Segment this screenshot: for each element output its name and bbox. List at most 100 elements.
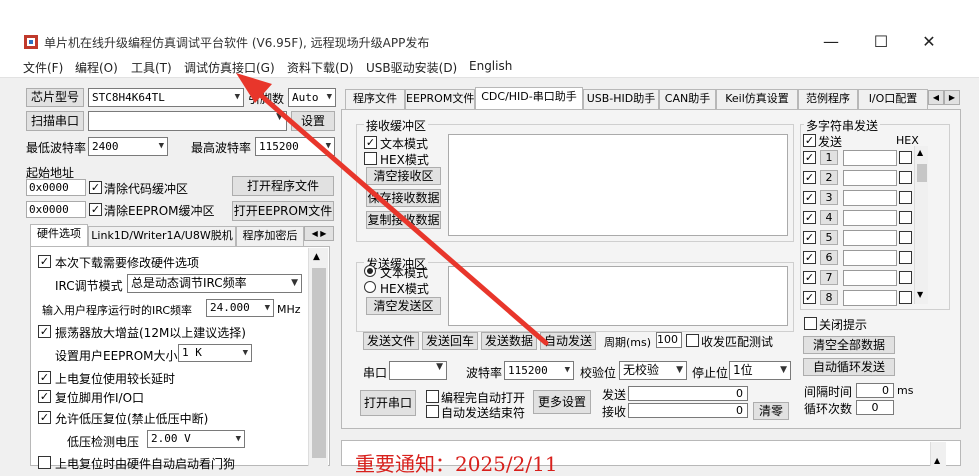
menu-tools[interactable]: 工具(T) (131, 59, 172, 76)
multi-row-send-checkbox[interactable]: ✓ (803, 191, 816, 204)
multi-row-hex-checkbox[interactable] (899, 251, 912, 264)
menu-debug-interface[interactable]: 调试仿真接口(G) (184, 59, 275, 76)
tab-io-config[interactable]: I/O口配置 (858, 89, 928, 109)
reset-io-checkbox[interactable]: ✓ (38, 390, 51, 403)
clear-eeprom-checkbox[interactable]: ✓ (89, 203, 102, 216)
multi-row-send-checkbox[interactable]: ✓ (803, 151, 816, 164)
osc-gain-checkbox[interactable]: ✓ (38, 325, 51, 338)
settings-button[interactable]: 设置 (291, 111, 335, 131)
notice-scrollbar[interactable]: ▲ (930, 442, 946, 466)
tab-link1d[interactable]: Link1D/Writer1A/U8W脱机 (88, 226, 236, 246)
multi-row-hex-checkbox[interactable] (899, 271, 912, 284)
tab-program-file[interactable]: 程序文件 (345, 89, 405, 109)
port-dropdown[interactable]: ▼ (389, 361, 447, 380)
pin-count-select[interactable]: Auto ▼ (288, 88, 336, 107)
menu-file[interactable]: 文件(F) (23, 59, 63, 76)
multi-send-scrollbar[interactable]: ▲ ▼ (914, 146, 928, 304)
send-return-button[interactable]: 发送回车 (422, 332, 478, 350)
multi-row-number-button[interactable]: 2 (820, 170, 838, 185)
multi-row-send-checkbox[interactable]: ✓ (803, 171, 816, 184)
interval-input[interactable]: 0 (856, 383, 894, 398)
min-baud-select[interactable]: 2400 ▼ (88, 137, 168, 156)
multi-row-input[interactable] (843, 230, 897, 246)
loop-count-input[interactable]: 0 (856, 400, 894, 415)
chip-model-button[interactable]: 芯片型号 (26, 88, 84, 107)
multi-row-number-button[interactable]: 5 (820, 230, 838, 245)
multi-row-hex-checkbox[interactable] (899, 171, 912, 184)
scan-port-button[interactable]: 扫描串口 (26, 111, 84, 131)
send-text-mode-radio[interactable] (364, 265, 376, 277)
baud-select[interactable]: 115200 ▼ (504, 361, 574, 380)
eeprom-address-input[interactable]: 0x0000 (26, 201, 86, 218)
max-baud-select[interactable]: 115200 ▼ (255, 137, 335, 156)
tab-scroll-right-icon[interactable]: ▶ (944, 90, 960, 105)
clear-all-button[interactable]: 清空全部数据 (803, 336, 895, 354)
more-settings-button[interactable]: 更多设置 (533, 390, 591, 414)
copy-receive-button[interactable]: 复制接收数据 (366, 211, 441, 229)
multi-row-number-button[interactable]: 6 (820, 250, 838, 265)
save-receive-button[interactable]: 保存接收数据 (366, 189, 441, 207)
modify-options-checkbox[interactable]: ✓ (38, 255, 51, 268)
multi-send-all-checkbox[interactable]: ✓ (803, 134, 816, 147)
clear-count-button[interactable]: 清零 (753, 402, 789, 420)
multi-row-input[interactable] (843, 150, 897, 166)
multi-row-number-button[interactable]: 7 (820, 270, 838, 285)
maximize-button[interactable]: ☐ (858, 29, 904, 55)
multi-row-hex-checkbox[interactable] (899, 291, 912, 304)
menu-english[interactable]: English (469, 59, 512, 73)
irc-mode-select[interactable]: 总是动态调节IRC频率 ▼ (127, 274, 302, 293)
auto-loop-send-button[interactable]: 自动循环发送 (803, 358, 895, 376)
multi-row-number-button[interactable]: 1 (820, 150, 838, 165)
multi-row-number-button[interactable]: 3 (820, 190, 838, 205)
recv-hex-mode-checkbox[interactable] (364, 152, 377, 165)
tab-usb-hid[interactable]: USB-HID助手 (583, 89, 659, 109)
auto-send-end-checkbox[interactable] (426, 405, 439, 418)
multi-row-input[interactable] (843, 170, 897, 186)
receive-textarea[interactable] (448, 134, 788, 236)
multi-row-hex-checkbox[interactable] (899, 151, 912, 164)
send-hex-mode-radio[interactable] (364, 281, 376, 293)
multi-row-input[interactable] (843, 250, 897, 266)
send-textarea[interactable] (448, 266, 788, 326)
send-data-button[interactable]: 发送数据 (481, 332, 537, 350)
tab-encrypt[interactable]: 程序加密后 (236, 226, 304, 246)
clear-send-button[interactable]: 清空发送区 (366, 297, 441, 315)
multi-row-number-button[interactable]: 8 (820, 290, 838, 305)
tab-keil[interactable]: Keil仿真设置 (716, 89, 798, 109)
close-button[interactable]: ✕ (906, 29, 952, 55)
multi-row-send-checkbox[interactable]: ✓ (803, 271, 816, 284)
scroll-thumb[interactable] (917, 164, 927, 182)
tab-serial-assistant[interactable]: CDC/HID-串口助手 (475, 87, 583, 110)
long-delay-checkbox[interactable]: ✓ (38, 371, 51, 384)
multi-row-input[interactable] (843, 190, 897, 206)
options-scrollbar[interactable]: ▲ (308, 248, 328, 466)
port-select[interactable]: ▼ (88, 111, 287, 131)
multi-row-input[interactable] (843, 270, 897, 286)
clear-code-checkbox[interactable]: ✓ (89, 181, 102, 194)
multi-row-send-checkbox[interactable]: ✓ (803, 231, 816, 244)
menu-program[interactable]: 编程(O) (75, 59, 118, 76)
period-input[interactable]: 100 (656, 332, 682, 348)
scroll-thumb[interactable] (312, 268, 326, 458)
low-voltage-reset-checkbox[interactable]: ✓ (38, 411, 51, 424)
code-address-input[interactable]: 0x0000 (26, 179, 86, 196)
multi-row-hex-checkbox[interactable] (899, 231, 912, 244)
eeprom-size-select[interactable]: 1 K ▼ (178, 344, 252, 362)
tab-scroll-left-icon[interactable]: ◀ (928, 90, 944, 105)
multi-row-hex-checkbox[interactable] (899, 191, 912, 204)
irc-freq-select[interactable]: 24.000 ▼ (206, 299, 274, 317)
stop-bits-select[interactable]: 1位 ▼ (729, 361, 791, 380)
tab-can[interactable]: CAN助手 (659, 89, 716, 109)
minimize-button[interactable]: — (808, 29, 854, 55)
low-voltage-select[interactable]: 2.00 V ▼ (147, 430, 245, 448)
auto-send-button[interactable]: 自动发送 (540, 332, 596, 350)
close-tip-checkbox[interactable] (804, 317, 817, 330)
multi-row-input[interactable] (843, 210, 897, 226)
multi-row-input[interactable] (843, 290, 897, 306)
send-file-button[interactable]: 发送文件 (363, 332, 419, 350)
open-program-button[interactable]: 打开程序文件 (232, 176, 334, 196)
parity-select[interactable]: 无校验 ▼ (619, 361, 687, 380)
tab-eeprom-file[interactable]: EEPROM文件 (405, 89, 475, 109)
tab-examples[interactable]: 范例程序 (798, 89, 858, 109)
recv-text-mode-checkbox[interactable]: ✓ (364, 136, 377, 149)
